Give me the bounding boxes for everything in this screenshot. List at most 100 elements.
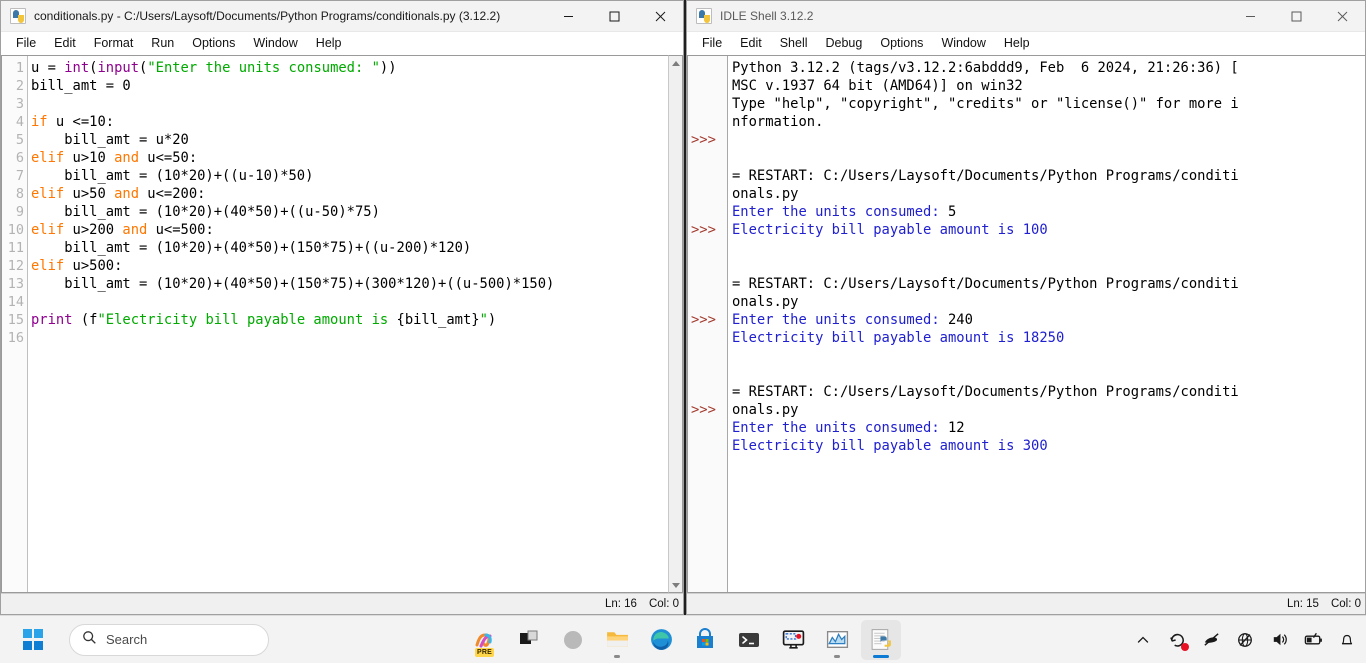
shell-menu-debug[interactable]: Debug bbox=[817, 33, 872, 54]
shell-menu-shell[interactable]: Shell bbox=[771, 33, 817, 54]
taskbar-app-screen-recorder[interactable] bbox=[773, 620, 813, 660]
shell-menu-window[interactable]: Window bbox=[932, 33, 994, 54]
code-token: elif bbox=[31, 150, 65, 166]
code-line[interactable] bbox=[31, 293, 668, 311]
editor-menu-run[interactable]: Run bbox=[142, 33, 183, 54]
taskbar-app-copilot[interactable]: PRE bbox=[465, 620, 505, 660]
code-line[interactable]: bill_amt = (10*20)+(40*50)+(150*75)+((u-… bbox=[31, 239, 668, 257]
shell-prompt-blank bbox=[688, 365, 727, 383]
line-number: 3 bbox=[15, 96, 24, 112]
start-button[interactable] bbox=[13, 620, 53, 660]
code-line[interactable]: u = int(input("Enter the units consumed:… bbox=[31, 59, 668, 77]
shell-token: = RESTART: C:/Users/Laysoft/Documents/Py… bbox=[732, 384, 1239, 400]
shell-output[interactable]: Python 3.12.2 (tags/v3.12.2:6abddd9, Feb… bbox=[728, 56, 1365, 592]
code-line[interactable] bbox=[31, 95, 668, 113]
code-line[interactable]: elif u>50 and u<=200: bbox=[31, 185, 668, 203]
search-input[interactable]: Search bbox=[69, 623, 269, 656]
taskbar-app-python-idle[interactable] bbox=[861, 619, 901, 660]
shell-line: Enter the units consumed: 5 bbox=[732, 203, 1365, 221]
code-line[interactable]: elif u>500: bbox=[31, 257, 668, 275]
editor-menu-window[interactable]: Window bbox=[244, 33, 306, 54]
scroll-up-arrow-icon[interactable] bbox=[669, 56, 682, 70]
copilot-preview-badge: PRE bbox=[475, 647, 494, 657]
editor-vertical-scrollbar[interactable] bbox=[668, 55, 683, 593]
code-line[interactable]: bill_amt = u*20 bbox=[31, 131, 668, 149]
taskbar-app-terminal[interactable] bbox=[729, 620, 769, 660]
shell-prompt-blank bbox=[688, 149, 727, 167]
line-number: 15 bbox=[7, 312, 24, 328]
taskbar-app-microsoft-store[interactable] bbox=[685, 620, 725, 660]
close-button[interactable] bbox=[637, 1, 683, 32]
code-editor[interactable]: 1 2 3 4 5 6 7 8 9 10 11 12 13 14 15 16 u = int(input("E… bbox=[1, 55, 668, 593]
notifications-bell-icon[interactable] bbox=[1336, 629, 1358, 651]
code-line[interactable]: elif u>10 and u<=50: bbox=[31, 149, 668, 167]
editor-menu-file[interactable]: File bbox=[7, 33, 45, 54]
taskbar-app-microsoft-edge[interactable] bbox=[641, 620, 681, 660]
recording-indicator-icon[interactable] bbox=[1166, 629, 1189, 651]
taskbar-app-file-explorer[interactable] bbox=[597, 620, 637, 660]
code-token: u>500: bbox=[64, 258, 123, 274]
editor-menu-help[interactable]: Help bbox=[307, 33, 351, 54]
code-token: bill_amt = (10*20)+(40*50)+(150*75)+((u-… bbox=[31, 240, 472, 256]
shell-menu-edit[interactable]: Edit bbox=[731, 33, 771, 54]
running-indicator bbox=[614, 654, 620, 658]
shell-line: Electricity bill payable amount is 300 bbox=[732, 437, 1365, 455]
editor-menu-edit[interactable]: Edit bbox=[45, 33, 85, 54]
shell-prompt-blank bbox=[688, 293, 727, 311]
desktop: conditionals.py - C:/Users/Laysoft/Docum… bbox=[0, 0, 1366, 663]
code-text[interactable]: u = int(input("Enter the units consumed:… bbox=[28, 56, 668, 592]
code-line[interactable]: bill_amt = (10*20)+(40*50)+(150*75)+(300… bbox=[31, 275, 668, 293]
shell-prompt-blank bbox=[688, 383, 727, 401]
close-button[interactable] bbox=[1319, 1, 1365, 32]
maximize-button[interactable] bbox=[591, 1, 637, 32]
shell-prompt-blank bbox=[688, 59, 727, 77]
shell-body[interactable]: >>> >>> >>> >>> Python 3.12.2 (tags/v3.1… bbox=[687, 55, 1365, 593]
shell-menu-help[interactable]: Help bbox=[995, 33, 1039, 54]
shell-token: Electricity bill payable amount is 300 bbox=[732, 438, 1048, 454]
code-line[interactable]: elif u>200 and u<=500: bbox=[31, 221, 668, 239]
minimize-button[interactable] bbox=[545, 1, 591, 32]
code-token: and bbox=[114, 150, 139, 166]
shell-token: Electricity bill payable amount is 18250 bbox=[732, 330, 1065, 346]
code-token: and bbox=[122, 222, 148, 238]
line-number: 5 bbox=[15, 132, 24, 148]
battery-icon[interactable] bbox=[1302, 629, 1324, 651]
code-token: {bill_amt} bbox=[396, 312, 480, 328]
shell-token: Enter the units consumed: bbox=[732, 204, 948, 220]
code-token: elif bbox=[31, 258, 65, 274]
editor-titlebar[interactable]: conditionals.py - C:/Users/Laysoft/Docum… bbox=[1, 1, 683, 32]
shell-menu-options[interactable]: Options bbox=[871, 33, 932, 54]
code-token: and bbox=[114, 186, 139, 202]
shell-token: onals.py bbox=[732, 186, 799, 202]
code-token: input bbox=[97, 60, 140, 76]
shell-titlebar[interactable]: IDLE Shell 3.12.2 bbox=[687, 1, 1365, 32]
volume-icon[interactable] bbox=[1268, 629, 1290, 651]
shell-menu-file[interactable]: File bbox=[693, 33, 731, 54]
shell-line: Type "help", "copyright", "credits" or "… bbox=[732, 95, 1365, 113]
line-number: 2 bbox=[15, 78, 24, 94]
shell-token: nformation. bbox=[732, 114, 824, 130]
show-hidden-icons-chevron-up-icon[interactable] bbox=[1132, 629, 1154, 651]
code-line[interactable]: bill_amt = 0 bbox=[31, 77, 668, 95]
shell-token: 240 bbox=[947, 312, 973, 328]
code-line[interactable]: bill_amt = (10*20)+((u-10)*50) bbox=[31, 167, 668, 185]
minimize-button[interactable] bbox=[1227, 1, 1273, 32]
code-line[interactable]: print (f"Electricity bill payable amount… bbox=[31, 311, 668, 329]
taskbar-app-charts[interactable] bbox=[817, 620, 857, 660]
code-line[interactable]: bill_amt = (10*20)+(40*50)+((u-50)*75) bbox=[31, 203, 668, 221]
code-line[interactable]: if u <=10: bbox=[31, 113, 668, 131]
taskbar-app-widgets[interactable] bbox=[553, 620, 593, 660]
network-disconnected-icon[interactable] bbox=[1234, 629, 1256, 651]
pen-disabled-icon[interactable] bbox=[1200, 629, 1222, 651]
editor-menu-format[interactable]: Format bbox=[85, 33, 143, 54]
maximize-button[interactable] bbox=[1273, 1, 1319, 32]
code-line[interactable] bbox=[31, 329, 668, 347]
editor-title: conditionals.py - C:/Users/Laysoft/Docum… bbox=[34, 9, 501, 23]
editor-menu-options[interactable]: Options bbox=[183, 33, 244, 54]
scroll-down-arrow-icon[interactable] bbox=[669, 578, 682, 592]
taskbar-app-task-view[interactable] bbox=[509, 620, 549, 660]
shell-prompt-blank bbox=[688, 167, 727, 185]
shell-line: = RESTART: C:/Users/Laysoft/Documents/Py… bbox=[732, 383, 1365, 401]
